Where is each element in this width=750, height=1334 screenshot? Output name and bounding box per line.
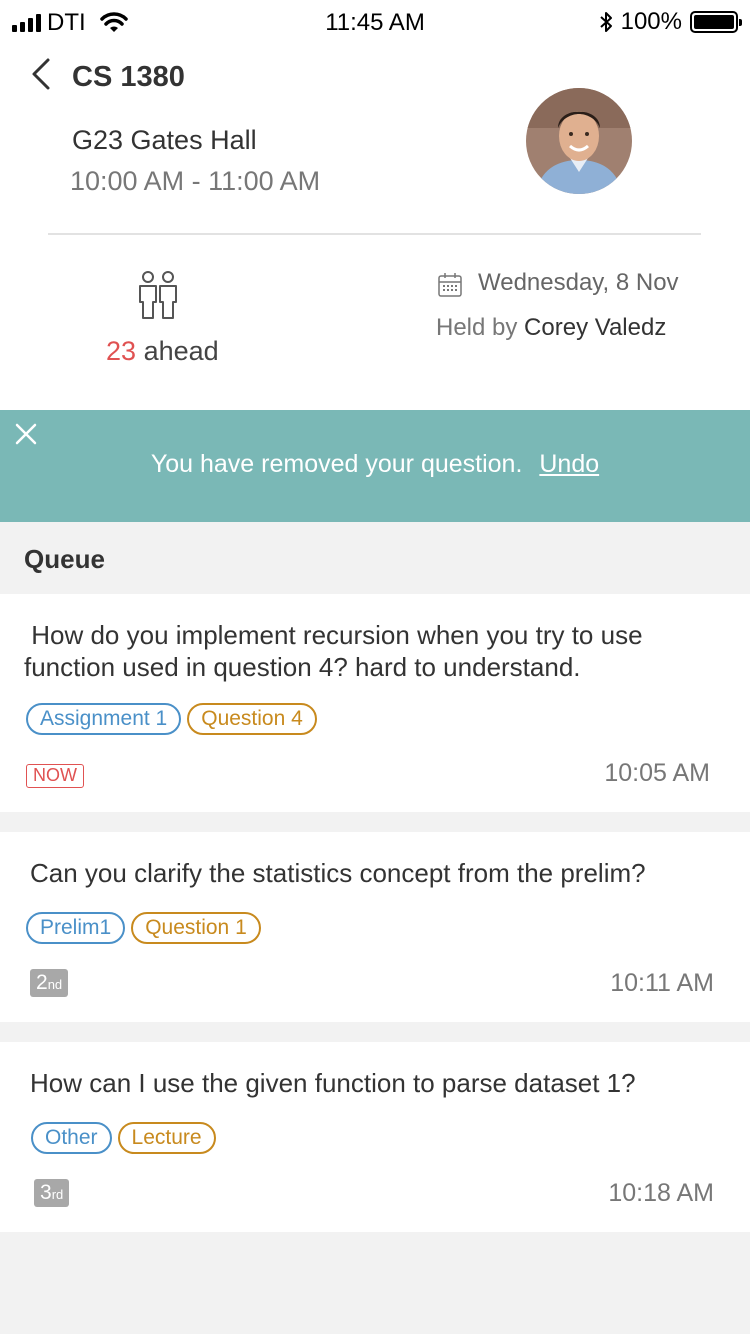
ahead-count: 23 ahead xyxy=(106,336,219,367)
question-text: Can you clarify the statistics concept f… xyxy=(30,858,646,888)
status-right: 100% xyxy=(599,8,742,36)
ahead-label: ahead xyxy=(143,336,219,366)
battery-percent: 100% xyxy=(620,8,682,35)
people-icon xyxy=(139,271,177,319)
position-badge: 3rd xyxy=(34,1179,70,1207)
tag: Prelim1 xyxy=(26,912,126,944)
office-hours-header: CS 1380 G23 Gates Hall 10:00 AM - 11:00 … xyxy=(0,44,750,410)
battery-icon xyxy=(690,11,742,33)
tag: Question 4 xyxy=(187,703,317,735)
tag: Assignment 1 xyxy=(26,703,182,735)
time-range: 10:00 AM - 11:00 AM xyxy=(70,166,321,196)
now-badge: NOW xyxy=(26,764,84,788)
queue-title: Queue xyxy=(24,544,105,574)
held-by: Held by Corey Valedz xyxy=(436,314,666,342)
tag-list: Prelim1 Question 1 xyxy=(26,912,261,944)
question-time: 10:05 AM xyxy=(604,759,710,787)
location: G23 Gates Hall xyxy=(72,125,257,155)
tag-list: Assignment 1 Question 4 xyxy=(26,703,317,735)
queue-card[interactable]: Can you clarify the statistics concept f… xyxy=(0,832,750,1022)
queue-card[interactable]: How do you implement recursion when you … xyxy=(0,594,750,812)
question-text: How do you implement recursion when you … xyxy=(24,620,643,682)
session-date: Wednesday, 8 Nov xyxy=(478,269,679,296)
banner-message-row: You have removed your question. Undo xyxy=(0,450,750,479)
question-time: 10:11 AM xyxy=(610,969,714,997)
close-icon[interactable] xyxy=(14,422,38,446)
status-bar: DTI 11:45 AM 100% xyxy=(0,0,750,44)
tag-list: Other Lecture xyxy=(31,1122,216,1154)
removed-question-banner: You have removed your question. Undo xyxy=(0,410,750,522)
bluetooth-icon xyxy=(599,12,612,32)
tag: Question 1 xyxy=(131,912,261,944)
held-by-label: Held by xyxy=(436,314,518,341)
header-divider xyxy=(48,233,701,235)
queue-card[interactable]: How can I use the given function to pars… xyxy=(0,1042,750,1232)
host-name: Corey Valedz xyxy=(524,314,667,341)
calendar-icon xyxy=(438,273,462,297)
ahead-number: 23 xyxy=(106,336,137,366)
question-time: 10:18 AM xyxy=(608,1179,714,1207)
tag: Other xyxy=(31,1122,112,1154)
tag: Lecture xyxy=(117,1122,216,1154)
undo-link[interactable]: Undo xyxy=(539,450,599,478)
banner-message: You have removed your question. xyxy=(150,450,523,478)
question-text: How can I use the given function to pars… xyxy=(30,1068,636,1098)
course-title: CS 1380 xyxy=(72,61,185,93)
avatar[interactable] xyxy=(526,88,632,194)
back-icon[interactable] xyxy=(26,56,62,96)
position-badge: 2nd xyxy=(30,969,69,997)
